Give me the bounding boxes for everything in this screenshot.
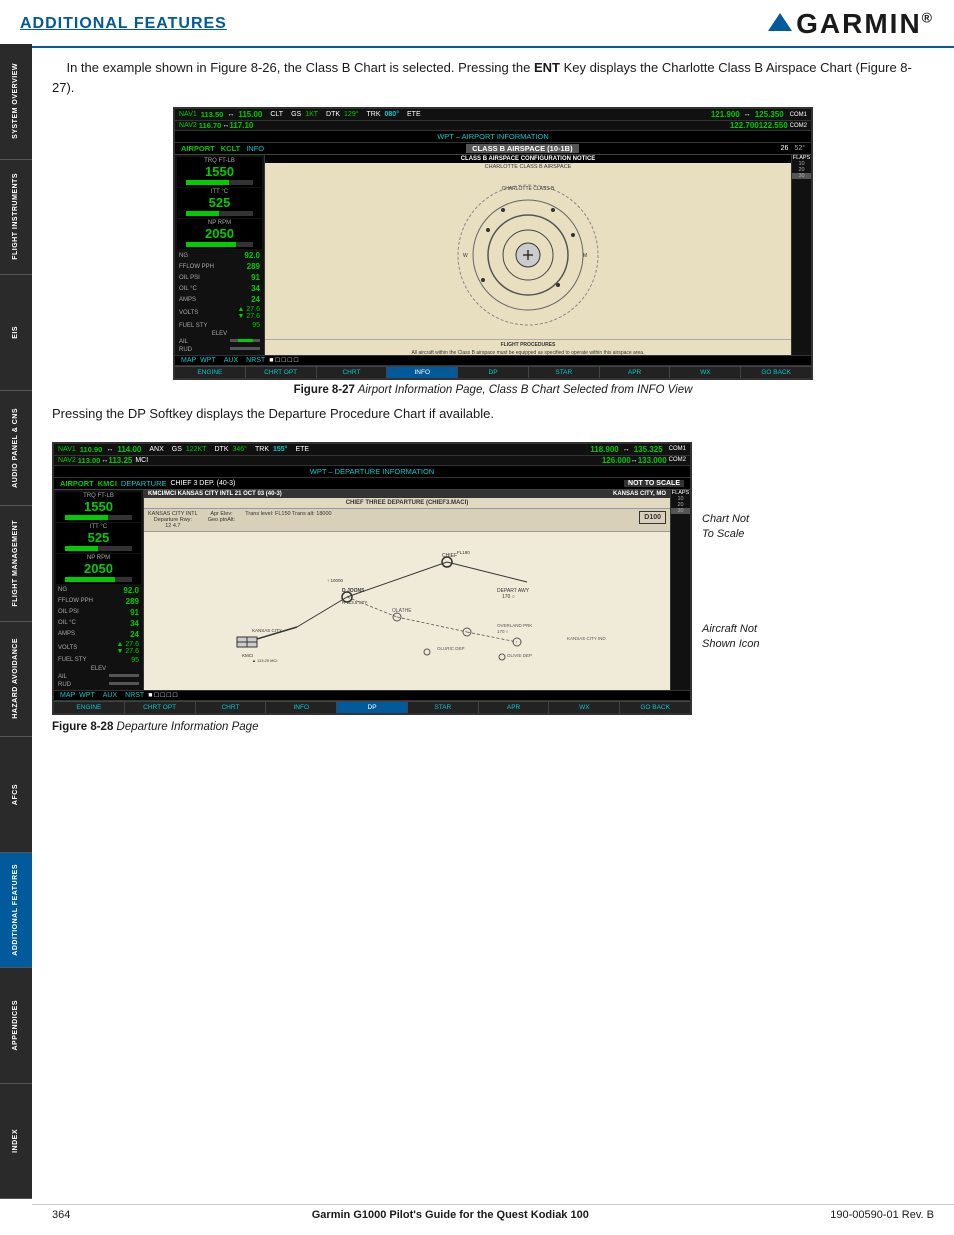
main-content: In the example shown in Figure 8-26, the…	[32, 48, 954, 755]
page-header: ADDITIONAL FEATURES GARMIN®	[0, 0, 954, 48]
map-bar-2: MAP WPT AUX NRST ■ □ □ □ □	[54, 690, 690, 701]
flaps-panel-2: FLAPS 10 20 30	[670, 490, 690, 690]
left-sidebar: SYSTEM OVERVIEW FLIGHT INSTRUMENTS EIS A…	[0, 44, 32, 1199]
status-bar-2: NAV1 110.90 ↔ 114.00 ANX GS 122KT DTK 34…	[54, 444, 690, 456]
figure-27-caption: Figure 8-27 Airport Information Page, Cl…	[52, 384, 934, 396]
chart-area-1: FLAPS 10 20 30 CLASS B AIRSPACE CONFIGUR…	[265, 155, 811, 355]
sidebar-label-audio-panel: AUDIO PANEL & CNS	[12, 408, 20, 488]
footer-doc-ref: 190-00590-01 Rev. B	[830, 1209, 934, 1221]
softkey-star-2[interactable]: STAR	[408, 702, 479, 713]
chart-area-2: FLAPS 10 20 30 ✕ KMC	[144, 490, 690, 690]
softkey-info-2[interactable]: INFO	[266, 702, 337, 713]
annotation-aircraft-not-shown: Aircraft Not Shown Icon	[702, 622, 837, 653]
softkey-star-1[interactable]: STAR	[529, 367, 600, 378]
softkeys-1: ENGINE CHRT OPT CHRT INFO DP STAR APR WX…	[175, 366, 811, 378]
svg-text:KANSAS CITY: KANSAS CITY	[252, 628, 282, 633]
avionics-screen-1: NAV1 113.50 ↔ 115.00 CLT GS 1KT DTK 129°…	[173, 107, 813, 380]
svg-text:↑ 10000: ↑ 10000	[327, 578, 344, 583]
main-panel-2: TRQ FT-LB 1550 ITT °C 525	[54, 490, 690, 690]
sidebar-label-appendices: APPENDICES	[12, 1000, 20, 1051]
sidebar-item-flight-instruments[interactable]: FLIGHT INSTRUMENTS	[0, 160, 32, 276]
softkey-apr-1[interactable]: APR	[600, 367, 671, 378]
sidebar-item-appendices[interactable]: APPENDICES	[0, 968, 32, 1084]
flaps-panel-1: FLAPS 10 20 30	[791, 155, 811, 355]
svg-text:D JOONS: D JOONS	[342, 588, 365, 594]
softkey-wx-2[interactable]: WX	[549, 702, 620, 713]
sidebar-item-audio-panel[interactable]: AUDIO PANEL & CNS	[0, 391, 32, 507]
softkey-goback-2[interactable]: GO BACK	[620, 702, 690, 713]
engine-gauges-2: TRQ FT-LB 1550 ITT °C 525	[54, 490, 144, 690]
softkey-chrt-1[interactable]: CHRT	[317, 367, 388, 378]
sidebar-item-afcs[interactable]: AFCS	[0, 737, 32, 853]
sidebar-item-hazard[interactable]: HAZARD AVOIDANCE	[0, 622, 32, 738]
softkey-dp-2[interactable]: DP	[337, 702, 408, 713]
annotation-chart-not-to-scale: Chart Not To Scale	[702, 512, 837, 543]
brand-name: GARMIN®	[796, 8, 934, 40]
softkey-wx-1[interactable]: WX	[670, 367, 741, 378]
svg-text:CHARLOTTE CLASS B: CHARLOTTE CLASS B	[502, 186, 555, 192]
sidebar-label-afcs: AFCS	[12, 784, 20, 805]
svg-text:FL190: FL190	[457, 550, 470, 555]
status-bar-1: NAV1 113.50 ↔ 115.00 CLT GS 1KT DTK 129°…	[175, 109, 811, 121]
svg-text:OLURIC DEP: OLURIC DEP	[437, 646, 465, 651]
footer-doc-title: Garmin G1000 Pilot's Guide for the Quest…	[312, 1209, 589, 1221]
page-footer: 364 Garmin G1000 Pilot's Guide for the Q…	[32, 1204, 954, 1225]
avionics-screen-2: NAV1 110.90 ↔ 114.00 ANX GS 122KT DTK 34…	[52, 442, 692, 715]
softkey-goback-1[interactable]: GO BACK	[741, 367, 811, 378]
status-bar-1b: NAV2 116.70 ↔ 117.10 122.700 122.550 COM…	[175, 121, 811, 131]
status-bar-2b: NAV2 113.00 ↔ 113.25 MCI 126.000 ↔ 133.0…	[54, 456, 690, 466]
pressing-dp-text: Pressing the DP Softkey displays the Dep…	[52, 404, 934, 424]
svg-text:OVERLAND PRK: OVERLAND PRK	[497, 623, 532, 628]
departure-chart-svg: D JOONS R 113.5 STY CHIEF OLATHE KANSAS …	[144, 532, 670, 662]
figure-28-container: NAV1 110.90 ↔ 114.00 ANX GS 122KT DTK 34…	[52, 442, 692, 715]
sidebar-label-index: INDEX	[12, 1129, 20, 1153]
wpt-bar-2: WPT – DEPARTURE INFORMATION	[54, 466, 690, 478]
figure-27-container: NAV1 113.50 ↔ 115.00 CLT GS 1KT DTK 129°…	[52, 107, 934, 396]
sidebar-label-additional: ADDITIONAL FEATURES	[12, 864, 20, 956]
svg-text:OLATHE: OLATHE	[392, 608, 412, 614]
svg-text:M: M	[583, 253, 587, 259]
softkey-info-1[interactable]: INFO	[387, 367, 458, 378]
sidebar-label-eis: EIS	[12, 326, 20, 339]
sidebar-item-eis[interactable]: EIS	[0, 275, 32, 391]
softkey-dp-1[interactable]: DP	[458, 367, 529, 378]
main-panel-1: TRQ FT-LB 1550 ITT °C 525	[175, 155, 811, 355]
sidebar-label-system-overview: SYSTEM OVERVIEW	[12, 63, 20, 139]
sidebar-label-flight-instruments: FLIGHT INSTRUMENTS	[12, 173, 20, 260]
svg-text:170 ○: 170 ○	[497, 629, 509, 634]
sidebar-label-flight-mgmt: FLIGHT MANAGEMENT	[12, 520, 20, 607]
svg-text:R 113.5 STY: R 113.5 STY	[342, 600, 367, 605]
softkey-engine-2[interactable]: ENGINE	[54, 702, 125, 713]
garmin-logo: GARMIN®	[768, 8, 934, 40]
sidebar-label-hazard: HAZARD AVOIDANCE	[12, 638, 20, 719]
sidebar-item-index[interactable]: INDEX	[0, 1084, 32, 1200]
svg-text:KANSAS CITY IND: KANSAS CITY IND	[567, 636, 606, 641]
map-bar-1: MAP WPT AUX NRST ■ □ □ □ □	[175, 355, 811, 366]
footer-page-number: 364	[52, 1209, 70, 1221]
softkeys-2: ENGINE CHRT OPT CHRT INFO DP STAR APR WX…	[54, 701, 690, 713]
airport-bar-1: AIRPORT KCLT INFO CLASS B AIRSPACE (10-1…	[175, 143, 811, 155]
garmin-triangle-icon	[768, 13, 792, 31]
svg-text:▲ 113.25 MCI: ▲ 113.25 MCI	[252, 658, 277, 662]
wpt-bar-1: WPT – AIRPORT INFORMATION	[175, 131, 811, 143]
softkey-chrt-opt-1[interactable]: CHRT OPT	[246, 367, 317, 378]
svg-text:170 ○: 170 ○	[502, 594, 515, 600]
figure-28-caption: Figure 8-28 Departure Information Page	[52, 721, 692, 733]
softkey-engine-1[interactable]: ENGINE	[175, 367, 246, 378]
softkey-apr-2[interactable]: APR	[479, 702, 550, 713]
airport-bar-2: AIRPORT KMCI DEPARTURE CHIEF 3 DEP. (40-…	[54, 478, 690, 490]
intro-paragraph: In the example shown in Figure 8-26, the…	[52, 58, 934, 97]
figure-28-wrapper: NAV1 110.90 ↔ 114.00 ANX GS 122KT DTK 34…	[52, 432, 692, 733]
class-b-chart-svg: CHARLOTTE CLASS B M W	[428, 175, 628, 330]
engine-gauges-1: TRQ FT-LB 1550 ITT °C 525	[175, 155, 265, 355]
svg-text:CHIEF: CHIEF	[442, 553, 457, 559]
softkey-chrt-2[interactable]: CHRT	[196, 702, 267, 713]
page-title: ADDITIONAL FEATURES	[20, 15, 227, 33]
sidebar-item-flight-mgmt[interactable]: FLIGHT MANAGEMENT	[0, 506, 32, 622]
softkey-chrt-opt-2[interactable]: CHRT OPT	[125, 702, 196, 713]
svg-text:OLIVIE DEP: OLIVIE DEP	[507, 653, 532, 658]
sidebar-item-system-overview[interactable]: SYSTEM OVERVIEW	[0, 44, 32, 160]
sidebar-item-additional[interactable]: ADDITIONAL FEATURES	[0, 853, 32, 969]
svg-text:W: W	[463, 253, 468, 259]
